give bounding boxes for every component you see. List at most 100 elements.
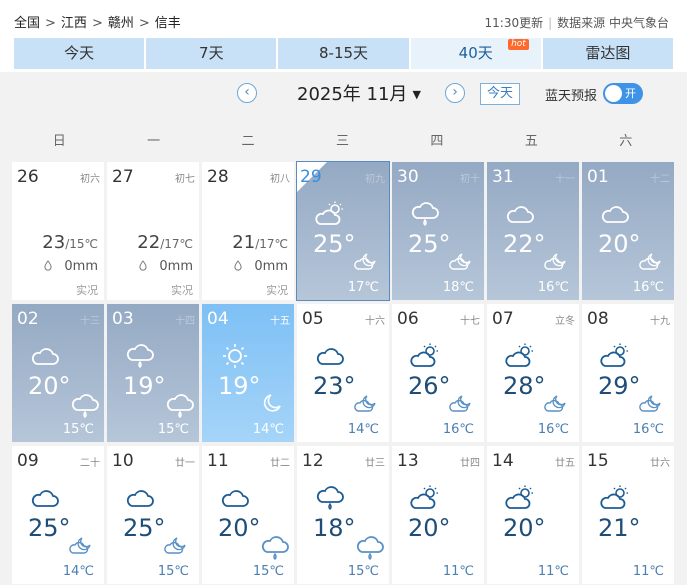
cloud-icon [218, 484, 252, 512]
day-number: 05 [302, 309, 324, 329]
day-cell[interactable]: 28 初八 21/17℃ 0mm 实况 [202, 162, 294, 300]
day-number: 08 [587, 309, 609, 329]
update-time: 11:30更新 [484, 16, 544, 30]
rain-cloud-icon [258, 534, 289, 561]
next-month-button[interactable]: › [445, 83, 465, 103]
cloud-icon [313, 342, 347, 370]
cloud-moon-icon [448, 250, 474, 272]
lunar-date: 十三 [80, 316, 100, 327]
prev-month-button[interactable]: ‹ [237, 83, 257, 103]
lunar-date: 廿四 [460, 458, 480, 469]
raindrop-icon [234, 260, 242, 271]
actual-temperature: 21/17℃ [232, 232, 288, 253]
low-temperature: 14℃ [347, 422, 379, 437]
low-temperature: 11℃ [632, 564, 664, 579]
weekday-fri: 五 [524, 134, 538, 149]
day-cell[interactable]: 27 初七 22/17℃ 0mm 实况 [107, 162, 199, 300]
day-cell[interactable]: 11 廿二 20° 15℃ [202, 446, 294, 584]
tab-40-days[interactable]: 40天 hot [410, 38, 541, 69]
lunar-date: 初八 [270, 174, 290, 185]
rain-cloud-icon [68, 392, 99, 419]
day-cell[interactable]: 26 初六 23/15℃ 0mm 实况 [12, 162, 104, 300]
day-cell[interactable]: 12 廿三 18° 15℃ [297, 446, 389, 584]
lunar-date: 十六 [365, 316, 385, 327]
lunar-date: 初七 [175, 174, 195, 185]
high-temperature: 20° [218, 514, 261, 542]
day-cell[interactable]: 01 十二 20° 16℃ [582, 162, 674, 300]
tab-7-days[interactable]: 7天 [146, 38, 277, 69]
today-button[interactable]: 今天 [480, 83, 520, 105]
breadcrumb-item-city[interactable]: 赣州 [108, 16, 134, 31]
day-cell[interactable]: 29 初九 25° 17℃ [296, 161, 390, 301]
cloud-moon-icon [543, 392, 569, 414]
day-cell[interactable]: 15 廿六 21° 11℃ [582, 446, 674, 584]
observed-label: 实况 [76, 284, 98, 297]
breadcrumb-item-province[interactable]: 江西 [61, 16, 87, 31]
day-cell[interactable]: 08 十九 29° 16℃ [582, 304, 674, 442]
actual-low: 17℃ [164, 237, 193, 251]
actual-low: 17℃ [259, 237, 288, 251]
calendar-panel: ‹ 2025年 11月 ▼ › 今天 蓝天预报 开 日 一 二 三 四 五 六 2… [0, 72, 687, 585]
high-temperature: 28° [503, 372, 546, 400]
day-cell[interactable]: 30 初十 25° 18℃ [392, 162, 484, 300]
breadcrumb-item-country[interactable]: 全国 [14, 16, 40, 31]
actual-temperature: 22/17℃ [137, 232, 193, 253]
day-cell[interactable]: 05 十六 23° 14℃ [297, 304, 389, 442]
rain-cloud-icon [408, 200, 442, 228]
day-cell[interactable]: 10 廿一 25° 15℃ [107, 446, 199, 584]
month-selector[interactable]: 2025年 11月 ▼ [297, 80, 421, 106]
day-cell[interactable]: 02 十三 20° 15℃ [12, 304, 104, 442]
low-temperature: 15℃ [62, 422, 94, 437]
lunar-date: 十九 [650, 316, 670, 327]
high-temperature: 20° [28, 372, 71, 400]
lunar-date: 初六 [80, 174, 100, 185]
day-cell[interactable]: 06 十七 26° 16℃ [392, 304, 484, 442]
lunar-date: 廿五 [555, 458, 575, 469]
cloud-icon [123, 484, 157, 512]
high-temperature: 18° [313, 514, 356, 542]
tab-radar[interactable]: 雷达图 [542, 38, 674, 69]
tab-40-days-label: 40天 [458, 44, 493, 62]
day-number: 13 [397, 451, 419, 471]
rainfall: 0mm [139, 259, 193, 274]
month-nav: ‹ 2025年 11月 ▼ › 今天 蓝天预报 开 [0, 72, 687, 120]
moon-icon [258, 392, 284, 414]
lunar-date: 十一 [555, 174, 575, 185]
day-cell[interactable]: 14 廿五 20° 11℃ [487, 446, 579, 584]
cloud-icon [598, 200, 632, 228]
tab-8-15-days[interactable]: 8-15天 [278, 38, 409, 69]
rainfall-amount: 0mm [254, 259, 288, 274]
day-cell[interactable]: 03 十四 19° 15℃ [107, 304, 199, 442]
data-source: 数据来源 中央气象台 [557, 16, 669, 30]
forecast-tabs: 今天 7天 8-15天 40天 hot 雷达图 [14, 38, 674, 69]
actual-high: 23 [42, 232, 66, 253]
rain-cloud-icon [353, 534, 384, 561]
day-number: 03 [112, 309, 134, 329]
cloud-moon-icon [543, 250, 569, 272]
day-number: 28 [207, 167, 229, 187]
high-temperature: 20° [503, 514, 546, 542]
cloud-moon-icon [638, 392, 664, 414]
sun-icon [218, 342, 252, 370]
blue-sky-toggle[interactable]: 开 [603, 83, 643, 104]
breadcrumb-separator: > [91, 16, 103, 31]
day-cell[interactable]: 07 立冬 28° 16℃ [487, 304, 579, 442]
day-cell[interactable]: 04 十五 19° 14℃ [202, 304, 294, 442]
partly-sunny-cloud-icon [503, 484, 537, 512]
day-number: 02 [17, 309, 39, 329]
day-cell[interactable]: 13 廿四 20° 11℃ [392, 446, 484, 584]
high-temperature: 19° [123, 372, 166, 400]
day-cell[interactable]: 31 十一 22° 16℃ [487, 162, 579, 300]
low-temperature: 16℃ [632, 280, 664, 295]
update-separator: | [548, 16, 553, 30]
tab-today[interactable]: 今天 [14, 38, 145, 69]
day-number: 31 [492, 167, 514, 187]
rainfall-amount: 0mm [64, 259, 98, 274]
low-temperature: 14℃ [62, 564, 94, 579]
rainfall: 0mm [44, 259, 98, 274]
high-temperature: 26° [408, 372, 451, 400]
breadcrumb: 全国 > 江西 > 赣州 > 信丰 [14, 12, 181, 31]
high-temperature: 25° [408, 230, 451, 258]
day-cell[interactable]: 09 二十 25° 14℃ [12, 446, 104, 584]
low-temperature: 15℃ [157, 422, 189, 437]
